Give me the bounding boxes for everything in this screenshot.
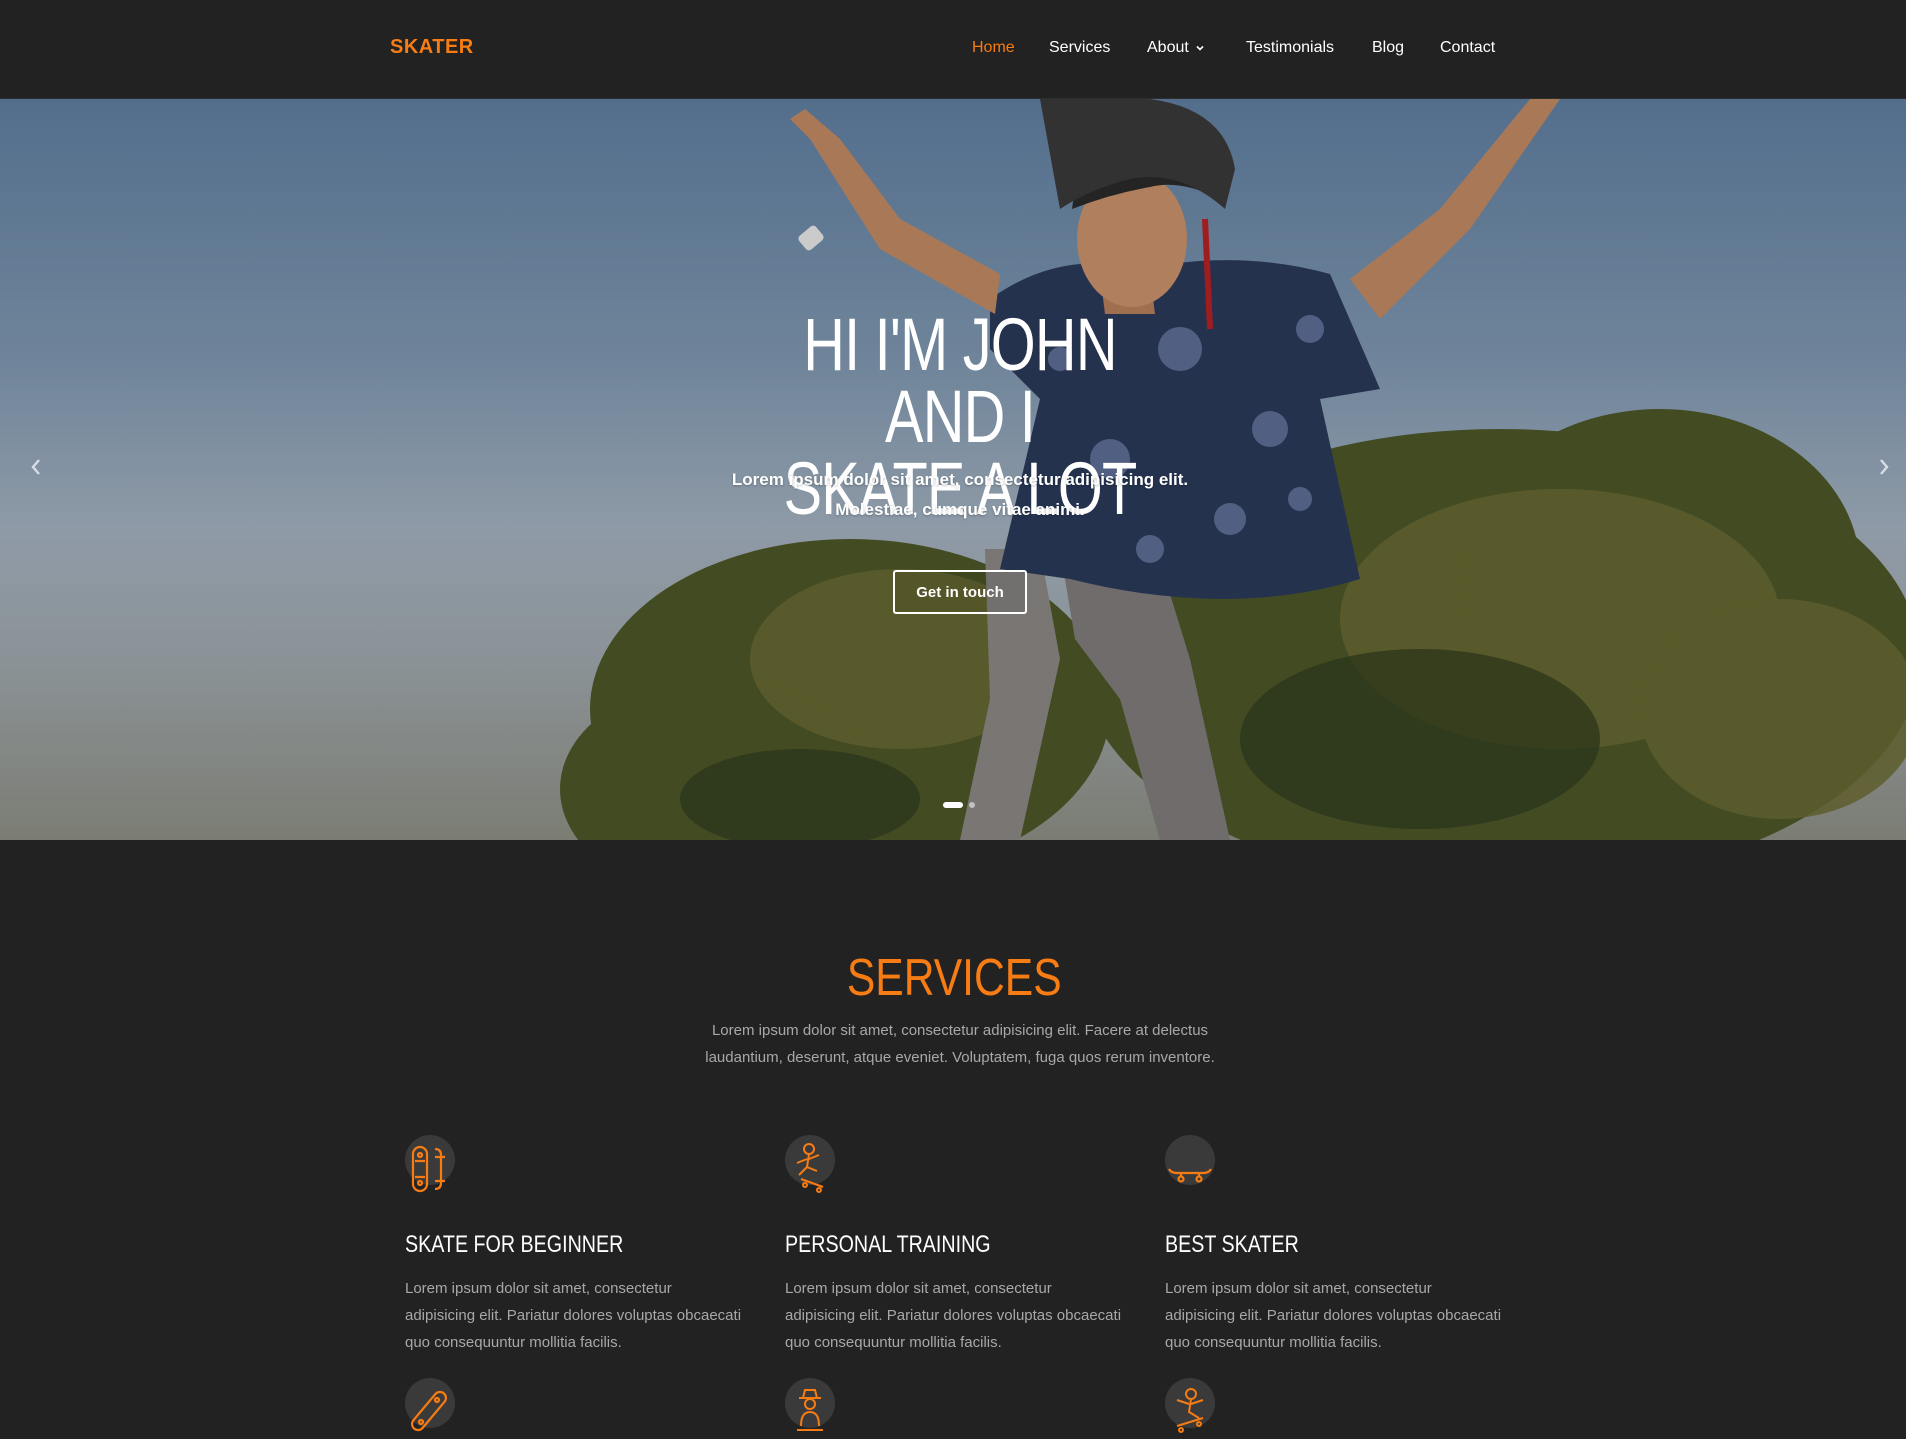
skateboard-top-icon (405, 1135, 455, 1195)
nav-blog[interactable]: Blog (1372, 39, 1404, 57)
nav-testimonials[interactable]: Testimonials (1246, 39, 1334, 57)
services-description: Lorem ipsum dolor sit amet, consectetur … (660, 1017, 1260, 1071)
hero-title-line-1: HI I'M JOHN AND I (803, 303, 1117, 458)
carousel-indicators (943, 802, 975, 808)
carousel-indicator-1[interactable] (943, 802, 963, 808)
nav-home[interactable]: Home (972, 39, 1015, 57)
navbar: SKATER Home Services About Testimonials … (0, 0, 1906, 99)
nav-about-label: About (1147, 39, 1189, 56)
service-text: Lorem ipsum dolor sit amet, consectetur … (405, 1280, 742, 1351)
service-text: Lorem ipsum dolor sit amet, consectetur … (785, 1280, 1122, 1351)
services-description-line-2: laudantium, deserunt, atque eveniet. Vol… (705, 1049, 1215, 1066)
skater-trick-icon (1165, 1378, 1215, 1438)
get-in-touch-button[interactable]: Get in touch (893, 570, 1027, 614)
chevron-down-icon (1196, 45, 1204, 51)
carousel-prev-arrow-icon[interactable] (26, 455, 46, 479)
hero-subtitle: Lorem ipsum dolor sit amet, consectetur … (680, 465, 1240, 525)
service-title: BEST SKATER (1165, 1231, 1299, 1258)
skater-hat-icon (785, 1378, 835, 1438)
skateboard-tilted-icon (405, 1378, 455, 1438)
carousel-indicator-2[interactable] (969, 802, 975, 808)
services-heading: SERVICES (846, 949, 1062, 1007)
hero-subtitle-line-1: Lorem ipsum dolor sit amet, consectetur … (731, 470, 1189, 489)
nav-services[interactable]: Services (1049, 39, 1110, 57)
skateboard-side-icon (1165, 1135, 1215, 1195)
nav-about[interactable]: About (1147, 39, 1205, 57)
brand-logo[interactable]: SKATER (390, 36, 474, 59)
service-text: Lorem ipsum dolor sit amet, consectetur … (1165, 1280, 1502, 1351)
nav-contact[interactable]: Contact (1440, 39, 1495, 57)
hero-subtitle-line-2: Molestiae, cumque vitae animi. (835, 500, 1085, 519)
skater-jump-icon (785, 1135, 835, 1195)
carousel-next-arrow-icon[interactable] (1874, 455, 1894, 479)
service-title: PERSONAL TRAINING (785, 1231, 991, 1258)
hero-carousel: HI I'M JOHN AND I SKATE A LOT Lorem ipsu… (0, 99, 1906, 840)
service-title: SKATE FOR BEGINNER (405, 1231, 624, 1258)
services-description-line-1: Lorem ipsum dolor sit amet, consectetur … (711, 1022, 1209, 1039)
